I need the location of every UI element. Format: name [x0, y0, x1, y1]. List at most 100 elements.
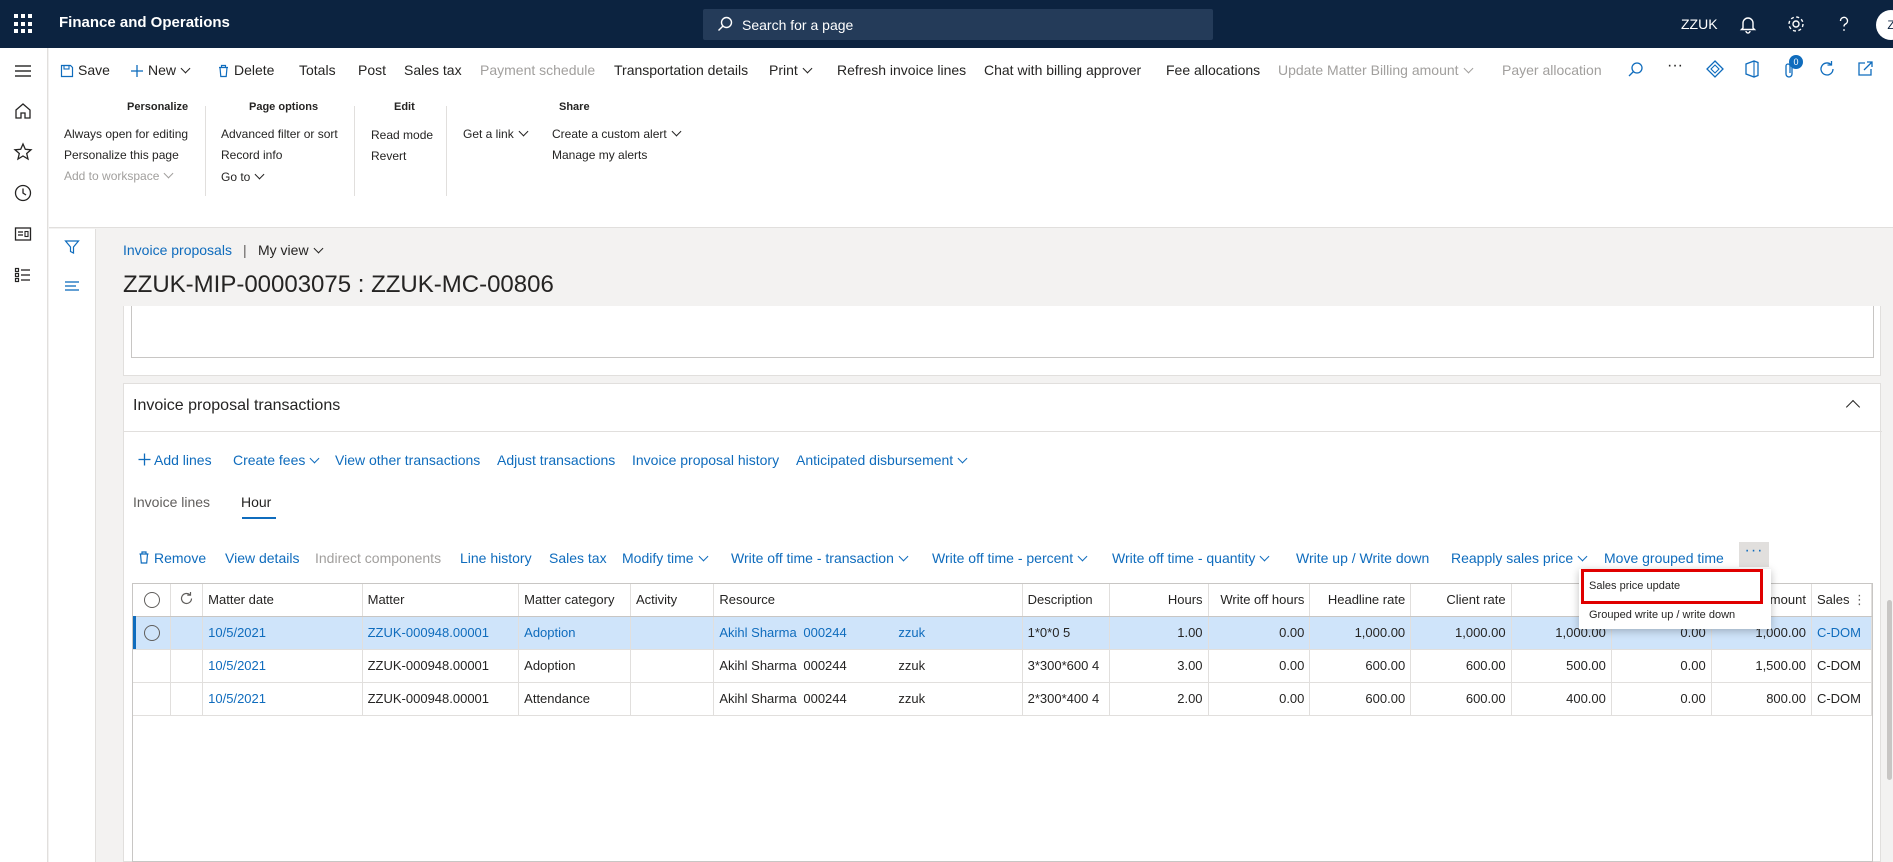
breadcrumb-invoice-proposals[interactable]: Invoice proposals [123, 242, 232, 258]
read-mode-button[interactable]: Read mode [371, 128, 433, 142]
column-header-client-rate[interactable]: Client rate [1410, 584, 1512, 617]
write-up-write-down-button[interactable]: Write up / Write down [1296, 548, 1429, 568]
chat-with-billing-approver-button[interactable]: Chat with billing approver [984, 59, 1141, 81]
row-select-radio[interactable] [133, 616, 172, 650]
advanced-filter-or-sort-button[interactable]: Advanced filter or sort [221, 127, 338, 141]
adjust-transactions-button[interactable]: Adjust transactions [497, 450, 615, 470]
delete-button[interactable]: Delete [217, 59, 274, 81]
cell-resource[interactable]: Akihl Sharma 000244 zzuk [713, 649, 1023, 683]
cell-description[interactable]: 2*300*400 4 [1022, 682, 1110, 716]
open-in-new-window-icon[interactable] [1855, 59, 1875, 79]
cell-sales[interactable]: C-DOM [1811, 649, 1872, 683]
cell-client-rate[interactable]: 1,000.00 [1410, 616, 1512, 650]
totals-button[interactable]: Totals [299, 59, 336, 81]
cell-headline-rate[interactable]: 600.00 [1309, 649, 1412, 683]
cell-description[interactable]: 3*300*600 4 [1022, 649, 1110, 683]
star-icon[interactable] [12, 141, 34, 163]
cell-matter-date[interactable]: 10/5/2021 [202, 682, 363, 716]
create-fees-button[interactable]: Create fees [233, 450, 320, 470]
app-title[interactable]: Finance and Operations [59, 14, 230, 31]
save-button[interactable]: Save [60, 59, 110, 81]
cell-client-rate[interactable]: 600.00 [1410, 649, 1512, 683]
cell-activity[interactable] [630, 649, 715, 683]
find-icon[interactable] [1626, 60, 1646, 80]
vertical-scrollbar[interactable] [1887, 600, 1892, 780]
search-input[interactable]: Search for a page [703, 9, 1213, 40]
revert-button[interactable]: Revert [371, 149, 406, 163]
sales-tax-button[interactable]: Sales tax [404, 59, 462, 81]
tab-hour[interactable]: Hour [241, 494, 271, 510]
cell-matter[interactable]: ZZUK-000948.00001 [362, 616, 520, 650]
cell-sales[interactable]: C-DOM [1811, 682, 1872, 716]
view-selector[interactable]: My view [258, 242, 324, 258]
cell-matter[interactable]: ZZUK-000948.00001 [362, 649, 520, 683]
get-a-link-button[interactable]: Get a link [463, 126, 529, 141]
cell-hidden[interactable]: 0.00 [1611, 649, 1712, 683]
cell-hours[interactable]: 3.00 [1109, 649, 1209, 683]
cell-resource[interactable]: Akihl Sharma 000244 zzuk [713, 682, 1023, 716]
remove-button[interactable]: Remove [138, 548, 206, 568]
avatar[interactable]: Z [1876, 10, 1893, 40]
app-launcher-icon[interactable] [14, 14, 34, 34]
cell-hours[interactable]: 2.00 [1109, 682, 1209, 716]
new-button[interactable]: New [130, 59, 191, 81]
print-button[interactable]: Print [769, 59, 813, 81]
cell-matter-date[interactable]: 10/5/2021 [202, 616, 363, 650]
row-select-cell[interactable] [133, 682, 172, 716]
cell-client-rate[interactable]: 600.00 [1410, 682, 1512, 716]
always-open-for-editing-button[interactable]: Always open for editing [64, 127, 188, 141]
cell-sales[interactable]: C-DOM [1811, 616, 1872, 650]
column-header-matter[interactable]: Matter [362, 584, 520, 617]
cell-matter[interactable]: ZZUK-000948.00001 [362, 682, 520, 716]
recent-clock-icon[interactable] [12, 182, 34, 204]
more-actions-button[interactable]: ··· [1739, 542, 1769, 567]
view-details-button[interactable]: View details [225, 548, 299, 568]
cell-activity[interactable] [630, 616, 715, 650]
refresh-column-header[interactable] [170, 584, 204, 617]
select-all-checkbox[interactable] [133, 584, 172, 617]
column-header-sales[interactable]: Sales ⋮ [1811, 584, 1872, 617]
column-header-matter-category[interactable]: Matter category [518, 584, 631, 617]
cell-hours[interactable]: 1.00 [1109, 616, 1209, 650]
modify-time-button[interactable]: Modify time [622, 548, 709, 568]
column-header-description[interactable]: Description [1022, 584, 1110, 617]
more-options-icon[interactable]: ··· [1667, 57, 1683, 75]
row-select-cell[interactable] [133, 649, 172, 683]
table-row[interactable]: 10/5/2021 ZZUK-000948.00001 Adoption Aki… [133, 649, 1872, 683]
go-to-button[interactable]: Go to [221, 169, 265, 184]
workspaces-icon[interactable] [12, 223, 34, 245]
help-icon[interactable] [1833, 13, 1855, 35]
row-radio[interactable] [143, 624, 160, 641]
cell-matter-category[interactable]: Adoption [518, 649, 631, 683]
collapse-chevron-icon[interactable] [1845, 399, 1861, 415]
transportation-details-button[interactable]: Transportation details [614, 59, 748, 81]
cell-headline-rate[interactable]: 600.00 [1309, 682, 1412, 716]
line-history-button[interactable]: Line history [460, 548, 532, 568]
view-other-transactions-button[interactable]: View other transactions [335, 450, 480, 470]
write-off-time-quantity-button[interactable]: Write off time - quantity [1112, 548, 1270, 568]
cell-hidden[interactable]: 0.00 [1611, 682, 1712, 716]
column-options-icon[interactable]: ⋮ [1853, 592, 1866, 608]
menu-icon[interactable] [12, 60, 34, 82]
fee-allocations-button[interactable]: Fee allocations [1166, 59, 1260, 81]
table-row[interactable]: 10/5/2021 ZZUK-000948.00001 Attendance A… [133, 682, 1872, 716]
cell-write-off-hours[interactable]: 0.00 [1208, 649, 1311, 683]
sales-tax-grid-button[interactable]: Sales tax [549, 548, 607, 568]
manage-my-alerts-button[interactable]: Manage my alerts [552, 148, 647, 162]
reapply-sales-price-button[interactable]: Reapply sales price [1451, 548, 1588, 568]
modules-list-icon[interactable] [12, 264, 34, 286]
bell-icon[interactable] [1737, 13, 1759, 35]
gear-icon[interactable] [1785, 13, 1807, 35]
cell-resource[interactable]: Akihl Sharma 000244 zzuk [713, 616, 1023, 650]
cell-write-off-hours[interactable]: 0.00 [1208, 616, 1311, 650]
menu-item-grouped-write-up-write-down[interactable]: Grouped write up / write down [1589, 609, 1735, 621]
cell-sale[interactable]: 500.00 [1511, 649, 1612, 683]
cell-amount[interactable]: 800.00 [1711, 682, 1812, 716]
anticipated-disbursement-button[interactable]: Anticipated disbursement [796, 450, 968, 470]
record-info-button[interactable]: Record info [221, 148, 282, 162]
refresh-icon[interactable] [1817, 59, 1837, 79]
cell-matter-category[interactable]: Attendance [518, 682, 631, 716]
home-icon[interactable] [12, 100, 34, 122]
move-grouped-time-button[interactable]: Move grouped time [1604, 548, 1724, 568]
select-all-radio[interactable] [143, 592, 160, 609]
